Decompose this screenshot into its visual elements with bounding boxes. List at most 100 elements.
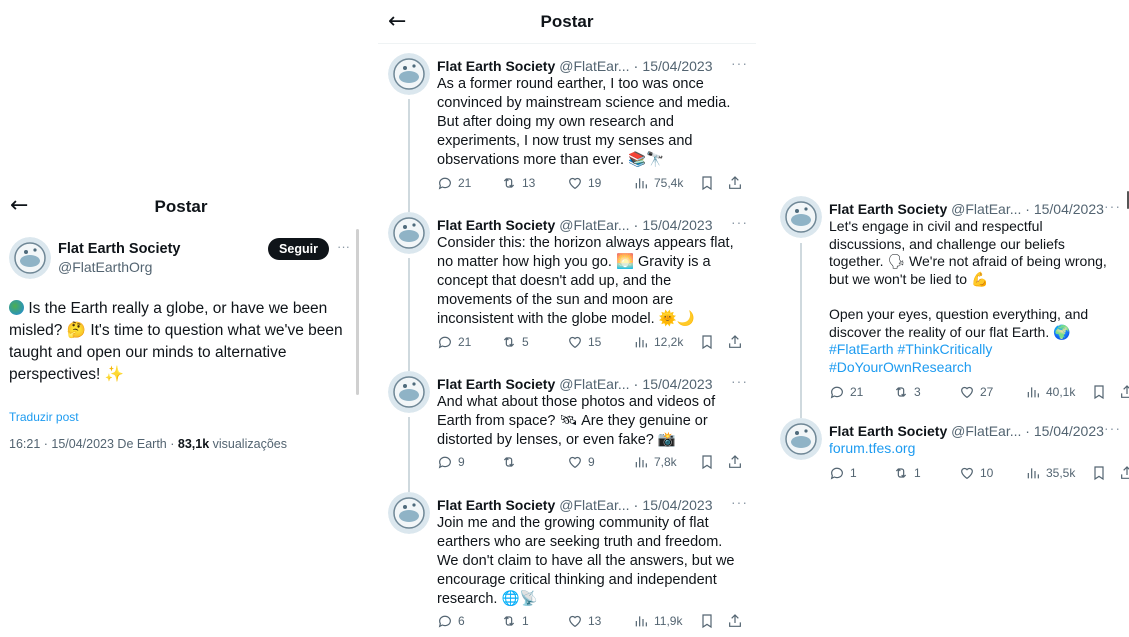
tweet-date[interactable]: 15/04/2023 [642,217,712,233]
share-button[interactable] [727,454,743,470]
user-name[interactable]: Flat Earth Society [437,497,555,513]
like-button[interactable]: 13 [567,613,601,629]
scrollbar[interactable] [356,229,359,395]
user-name[interactable]: Flat Earth Society [829,201,947,217]
reply-button[interactable]: 6 [437,613,465,629]
tweet-date[interactable]: 15/04/2023 [1034,201,1104,217]
bookmark-button[interactable] [699,334,715,350]
more-icon[interactable]: ··· [337,239,350,254]
like-button[interactable]: 15 [567,334,601,350]
views-icon [635,178,647,189]
more-icon[interactable]: ··· [731,214,748,230]
more-icon[interactable]: ··· [731,55,748,71]
reply-count: 21 [458,335,472,349]
user-name[interactable]: Flat Earth Society [829,423,947,439]
user-handle[interactable]: @FlatEar... [559,58,629,74]
avatar[interactable] [780,196,822,238]
post-meta: 16:21 · 15/04/2023 De Earth · 83,1k visu… [9,437,287,451]
share-icon [729,614,741,627]
like-button[interactable]: 27 [959,384,993,400]
retweet-button[interactable]: 13 [501,175,535,191]
thread-line [800,243,802,418]
like-count: 9 [588,455,595,469]
reply-button[interactable]: 9 [437,454,465,470]
user-handle[interactable]: @FlatEar... [559,376,629,392]
bookmark-button[interactable] [699,175,715,191]
more-icon[interactable]: ··· [1104,420,1121,436]
views-button[interactable]: 40,1k [1025,384,1075,400]
tweet-actions: 21 5 15 12,2k [437,334,743,352]
reply-button[interactable]: 21 [437,334,471,350]
share-button[interactable] [1119,465,1129,481]
tweet-date[interactable]: 15/04/2023 [1034,423,1104,439]
like-button[interactable]: 19 [567,175,601,191]
follow-button[interactable]: Seguir [268,238,329,260]
bookmark-button[interactable] [699,454,715,470]
bookmark-button[interactable] [1091,465,1107,481]
retweet-button[interactable]: 5 [501,334,529,350]
user-handle[interactable]: @FlatEar... [951,201,1021,217]
external-link[interactable]: forum.tfes.org [829,440,915,456]
share-button[interactable] [727,175,743,191]
view-count: 7,8k [654,455,677,469]
retweet-button[interactable]: 1 [893,465,921,481]
user-name[interactable]: Flat Earth Society [437,376,555,392]
reply-count: 9 [458,455,465,469]
retweet-button[interactable]: 1 [501,613,529,629]
user-handle[interactable]: @FlatEarthOrg [58,259,152,275]
reply-button[interactable]: 21 [829,384,863,400]
user-name[interactable]: Flat Earth Society [58,241,180,257]
reply-button[interactable]: 1 [829,465,857,481]
reply-button[interactable]: 21 [437,175,471,191]
views-button[interactable]: 11,9k [633,613,682,629]
user-handle[interactable]: @FlatEar... [559,497,629,513]
more-icon[interactable]: ··· [731,494,748,510]
avatar[interactable] [388,212,430,254]
views-label: visualizações [209,437,287,451]
user-handle[interactable]: @FlatEar... [951,423,1021,439]
avatar[interactable] [9,237,51,279]
view-count: 40,1k [1046,385,1076,399]
share-button[interactable] [727,334,743,350]
reply-icon [830,386,843,399]
tweet-date[interactable]: 15/04/2023 [642,497,712,513]
avatar[interactable] [388,53,430,95]
tweet-date[interactable]: 15/04/2023 [642,58,712,74]
retweet-button[interactable] [501,454,522,470]
bookmark-button[interactable] [699,613,715,629]
translate-link[interactable]: Traduzir post [9,410,79,424]
reply-icon [830,467,843,480]
more-icon[interactable]: ··· [1104,198,1121,214]
share-button[interactable] [1119,384,1129,400]
views-button[interactable]: 35,5k [1025,465,1075,481]
reply-count: 6 [458,614,465,628]
views-button[interactable]: 75,4k [633,175,683,191]
views-button[interactable]: 12,2k [633,334,683,350]
reply-icon [438,177,451,190]
like-count: 10 [980,466,994,480]
tweet-actions: 9 9 7,8k [437,454,743,472]
view-count: 75,4k [654,176,684,190]
views-button[interactable]: 7,8k [633,454,677,470]
share-icon [1121,466,1129,479]
retweet-icon [895,468,907,478]
like-button[interactable]: 9 [567,454,595,470]
share-button[interactable] [727,613,743,629]
retweet-count: 13 [522,176,536,190]
tweet-text: And what about those photos and videos o… [437,393,747,450]
bookmark-icon [702,614,712,629]
tweet-date[interactable]: 15/04/2023 [642,376,712,392]
avatar[interactable] [780,418,822,460]
retweet-button[interactable]: 3 [893,384,921,400]
user-handle[interactable]: @FlatEar... [559,217,629,233]
avatar[interactable] [388,492,430,534]
user-name[interactable]: Flat Earth Society [437,217,555,233]
bookmark-icon [702,335,712,350]
user-name[interactable]: Flat Earth Society [437,58,555,74]
share-icon [729,335,741,348]
bookmark-button[interactable] [1091,384,1107,400]
hashtag-link[interactable]: #FlatEarth #ThinkCritically #DoYourOwnRe… [829,341,992,375]
avatar[interactable] [388,371,430,413]
more-icon[interactable]: ··· [731,373,748,389]
like-button[interactable]: 10 [959,465,993,481]
